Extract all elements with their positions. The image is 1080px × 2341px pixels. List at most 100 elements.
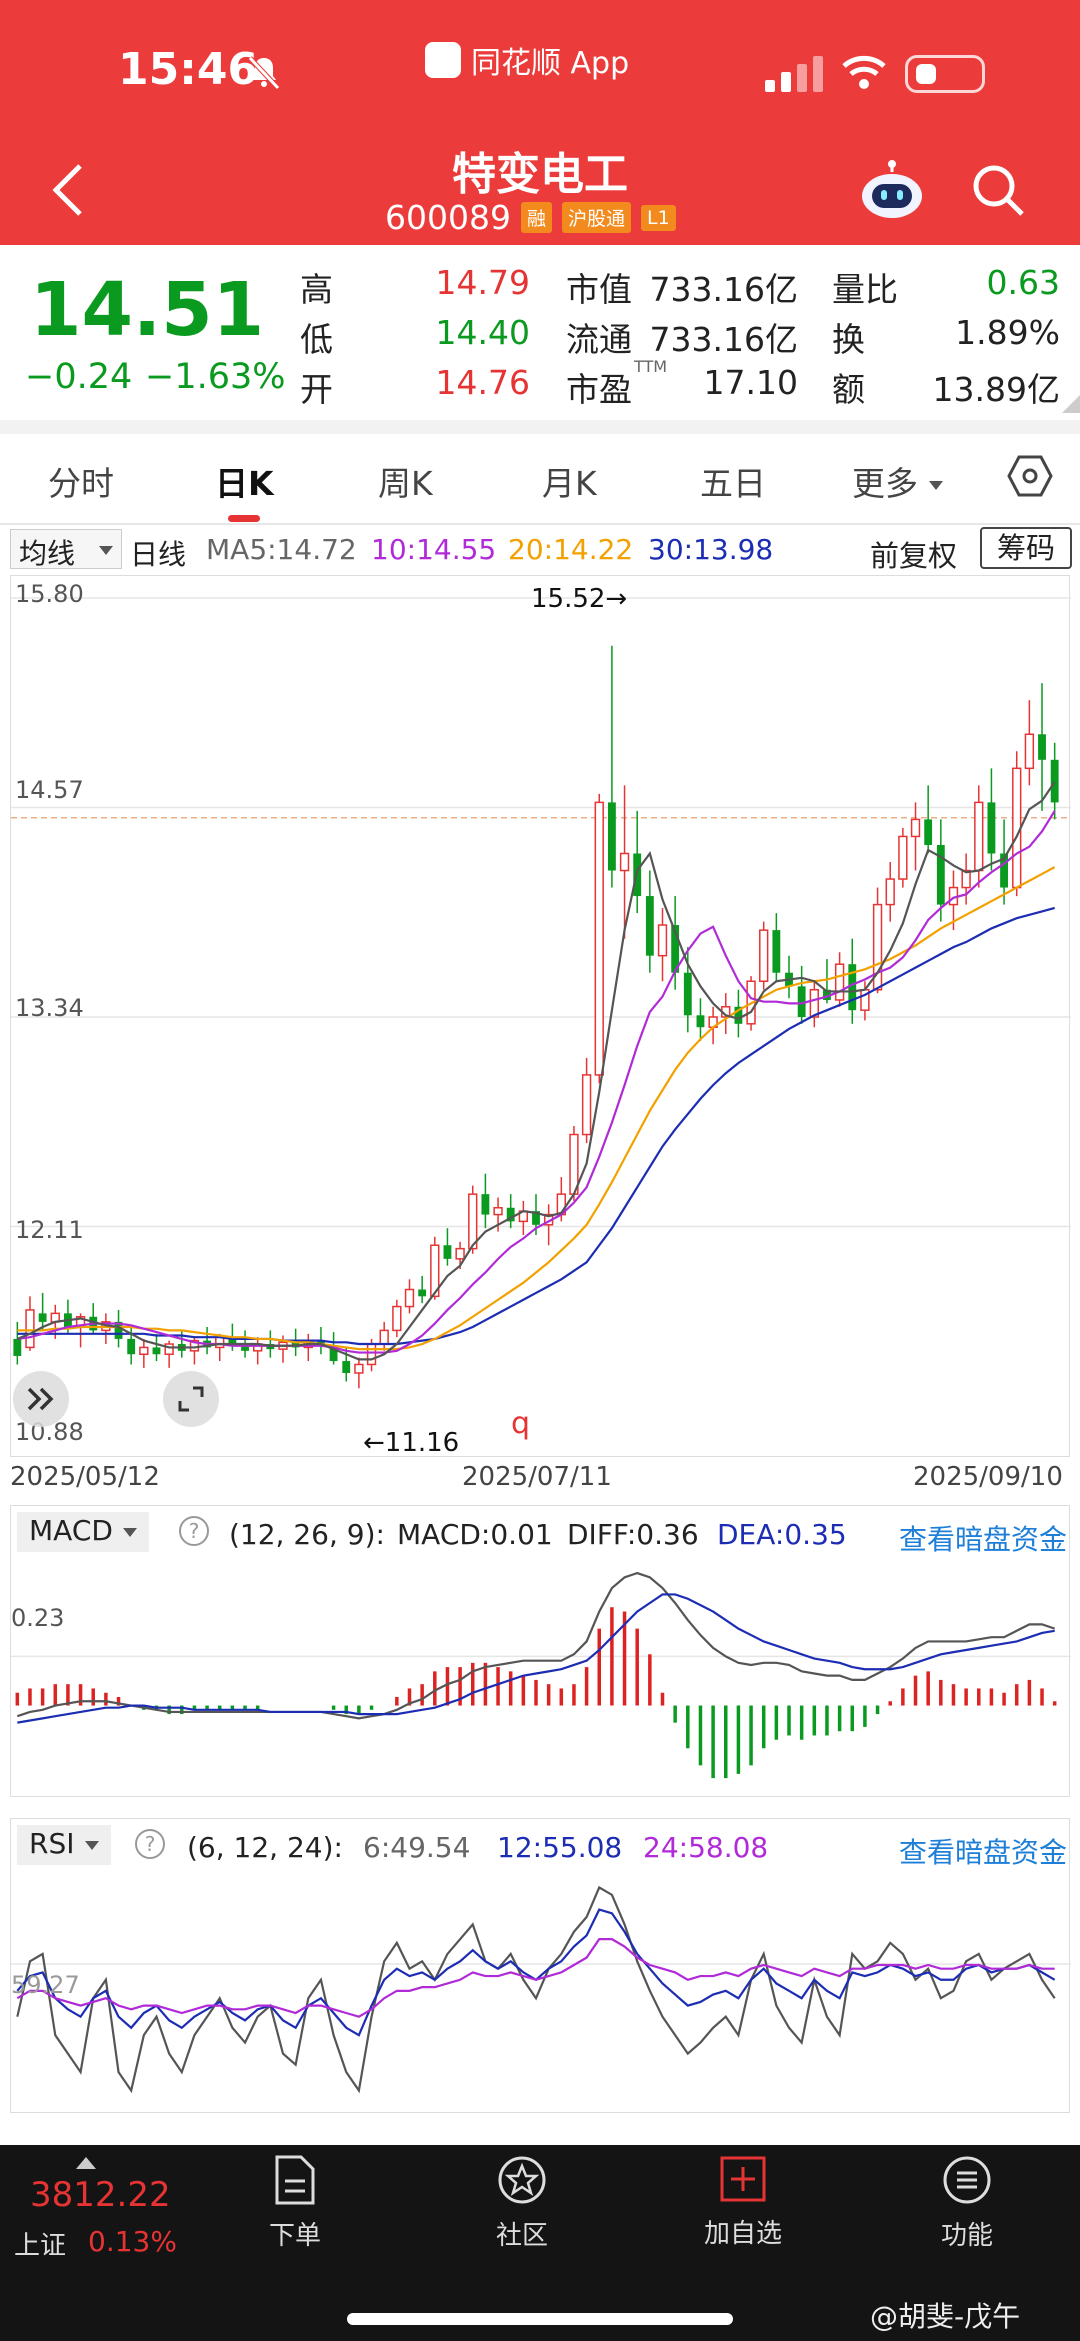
watermark: @胡斐-戊午: [870, 2300, 1021, 2333]
caret-down-icon: [84, 1840, 99, 1850]
low-label: 低: [300, 320, 333, 359]
index-up-arrow-icon: [76, 2157, 96, 2169]
macd-header: MACD ? (12, 26, 9): MACD:0.01 DIFF:0.36 …: [11, 1506, 1071, 1556]
dark-pool-link[interactable]: 查看暗盘资金: [899, 1518, 1067, 1558]
nav-community[interactable]: 社区: [447, 2155, 597, 2252]
chips-button[interactable]: 筹码: [980, 527, 1072, 569]
candle-body: [885, 878, 895, 906]
macd-panel[interactable]: MACD ? (12, 26, 9): MACD:0.01 DIFF:0.36 …: [10, 1505, 1071, 1797]
ma-legend-row: 均线 日线 MA5:14.72 10:14.55 20:14.22 30:13.…: [0, 525, 1080, 575]
app-logo-icon: [425, 42, 461, 78]
macd-value: MACD:0.01: [397, 1518, 553, 1551]
battery-icon: [905, 55, 985, 93]
y-label-3: 13.34: [15, 994, 84, 1022]
amount-value: 13.89亿: [932, 370, 1060, 409]
home-indicator[interactable]: [347, 2313, 733, 2325]
section-divider: [0, 420, 1080, 434]
ma5-value: MA5:14.72: [206, 533, 357, 566]
dea-value: DEA:0.35: [717, 1518, 847, 1551]
candle-body: [342, 1361, 351, 1373]
tab-weekly-k[interactable]: 周K: [378, 457, 433, 505]
rsi6-line: [16, 1885, 1056, 2094]
hexagon-settings-icon[interactable]: [1007, 453, 1053, 499]
index-value[interactable]: 3812.22: [30, 2175, 171, 2215]
date-label-start: 2025/05/12: [10, 1462, 160, 1492]
candle-body: [127, 1338, 136, 1355]
rsi12-value: 12:55.08: [497, 1831, 623, 1864]
nav-functions[interactable]: 功能: [892, 2155, 1042, 2252]
nav-add-watchlist[interactable]: 加自选: [668, 2155, 818, 2250]
mcap-value: 733.16亿: [649, 270, 798, 309]
ma30-value: 30:13.98: [648, 533, 774, 566]
y-label-1: 15.80: [15, 580, 84, 608]
nav-community-label: 社区: [495, 2221, 548, 2251]
event-marker[interactable]: q: [511, 1406, 530, 1441]
price-change: −0.24: [25, 357, 133, 397]
double-chevron-right-icon: [27, 1387, 54, 1411]
turnover-value: 1.89%: [955, 313, 1060, 352]
stock-code-row: 600089 融 沪股通 L1: [385, 198, 676, 237]
indicator-select[interactable]: 均线: [10, 529, 122, 570]
app-label-text: 同花顺 App: [471, 46, 630, 81]
nav-order[interactable]: 下单: [220, 2155, 370, 2252]
candle-body: [13, 1338, 22, 1356]
candle-body: [974, 801, 984, 872]
rsi6-value: 6:49.54: [363, 1831, 471, 1864]
tab-monthly-k[interactable]: 月K: [542, 457, 597, 505]
candle-body: [772, 930, 781, 973]
help-icon[interactable]: ?: [179, 1516, 209, 1546]
tab-more[interactable]: 更多: [852, 457, 943, 505]
volume-ratio-label: 量比: [832, 270, 898, 309]
min-price-marker: ←11.16: [363, 1428, 460, 1458]
quote-expand-corner[interactable]: [1062, 395, 1080, 413]
macd-select[interactable]: MACD: [17, 1512, 149, 1552]
rsi-panel[interactable]: RSI ? (6, 12, 24): 6:49.54 12:55.08 24:5…: [10, 1818, 1071, 2113]
rsi-select-label: RSI: [29, 1827, 75, 1860]
open-label: 开: [300, 370, 333, 409]
tab-five-day[interactable]: 五日: [700, 457, 766, 505]
float-label: 流通: [566, 320, 632, 359]
app-header: 15:46 同花顺 App 特变电工 600089 融 沪股通 L1: [0, 0, 1080, 245]
nav-order-label: 下单: [268, 2221, 321, 2251]
help-icon[interactable]: ?: [135, 1829, 165, 1859]
rsi-select[interactable]: RSI: [17, 1825, 111, 1865]
app-label: 同花顺 App: [425, 38, 629, 82]
indicator-select-label: 均线: [19, 537, 76, 570]
candle-body: [25, 1309, 35, 1349]
community-star-icon: [498, 2156, 546, 2204]
rsi12-line: [16, 1908, 1056, 2037]
candle-body: [759, 929, 769, 982]
search-icon[interactable]: [970, 162, 1026, 218]
candle-body: [493, 1207, 503, 1216]
fullscreen-icon: [178, 1386, 204, 1412]
pe-value: 17.10: [703, 363, 798, 402]
candle-body: [910, 818, 921, 838]
tab-daily-k[interactable]: 日K: [215, 457, 274, 505]
dark-pool-link[interactable]: 查看暗盘资金: [899, 1831, 1067, 1871]
candle-body: [404, 1288, 415, 1308]
forward-adjust-label[interactable]: 前复权: [870, 533, 957, 575]
robot-assistant-icon[interactable]: [860, 160, 924, 220]
ma20-value: 20:14.22: [508, 533, 634, 566]
candle-body: [366, 1343, 377, 1366]
kline-chart[interactable]: 15.80 14.57 13.34 12.11 10.88 15.52→ ←11…: [10, 575, 1071, 1458]
tab-intraday[interactable]: 分时: [48, 457, 114, 505]
volume-ratio-value: 0.63: [986, 263, 1060, 302]
nav-functions-label: 功能: [940, 2221, 993, 2251]
candle-body: [594, 801, 604, 1076]
tag-level: L1: [641, 204, 676, 231]
status-time: 15:46: [118, 44, 259, 95]
active-tab-indicator: [228, 515, 260, 522]
ma20-line: [17, 866, 1056, 1351]
candle-body: [987, 802, 996, 854]
candle-body: [468, 1193, 478, 1250]
candle-body: [809, 988, 819, 1018]
expand-button[interactable]: [13, 1371, 69, 1427]
menu-circle-icon: [943, 2156, 991, 2204]
high-value: 14.79: [435, 263, 530, 302]
candle-body: [139, 1346, 149, 1355]
candle-body: [215, 1336, 225, 1349]
candle-body: [645, 896, 654, 956]
last-price: 14.51: [30, 267, 265, 353]
fullscreen-button[interactable]: [163, 1371, 219, 1427]
